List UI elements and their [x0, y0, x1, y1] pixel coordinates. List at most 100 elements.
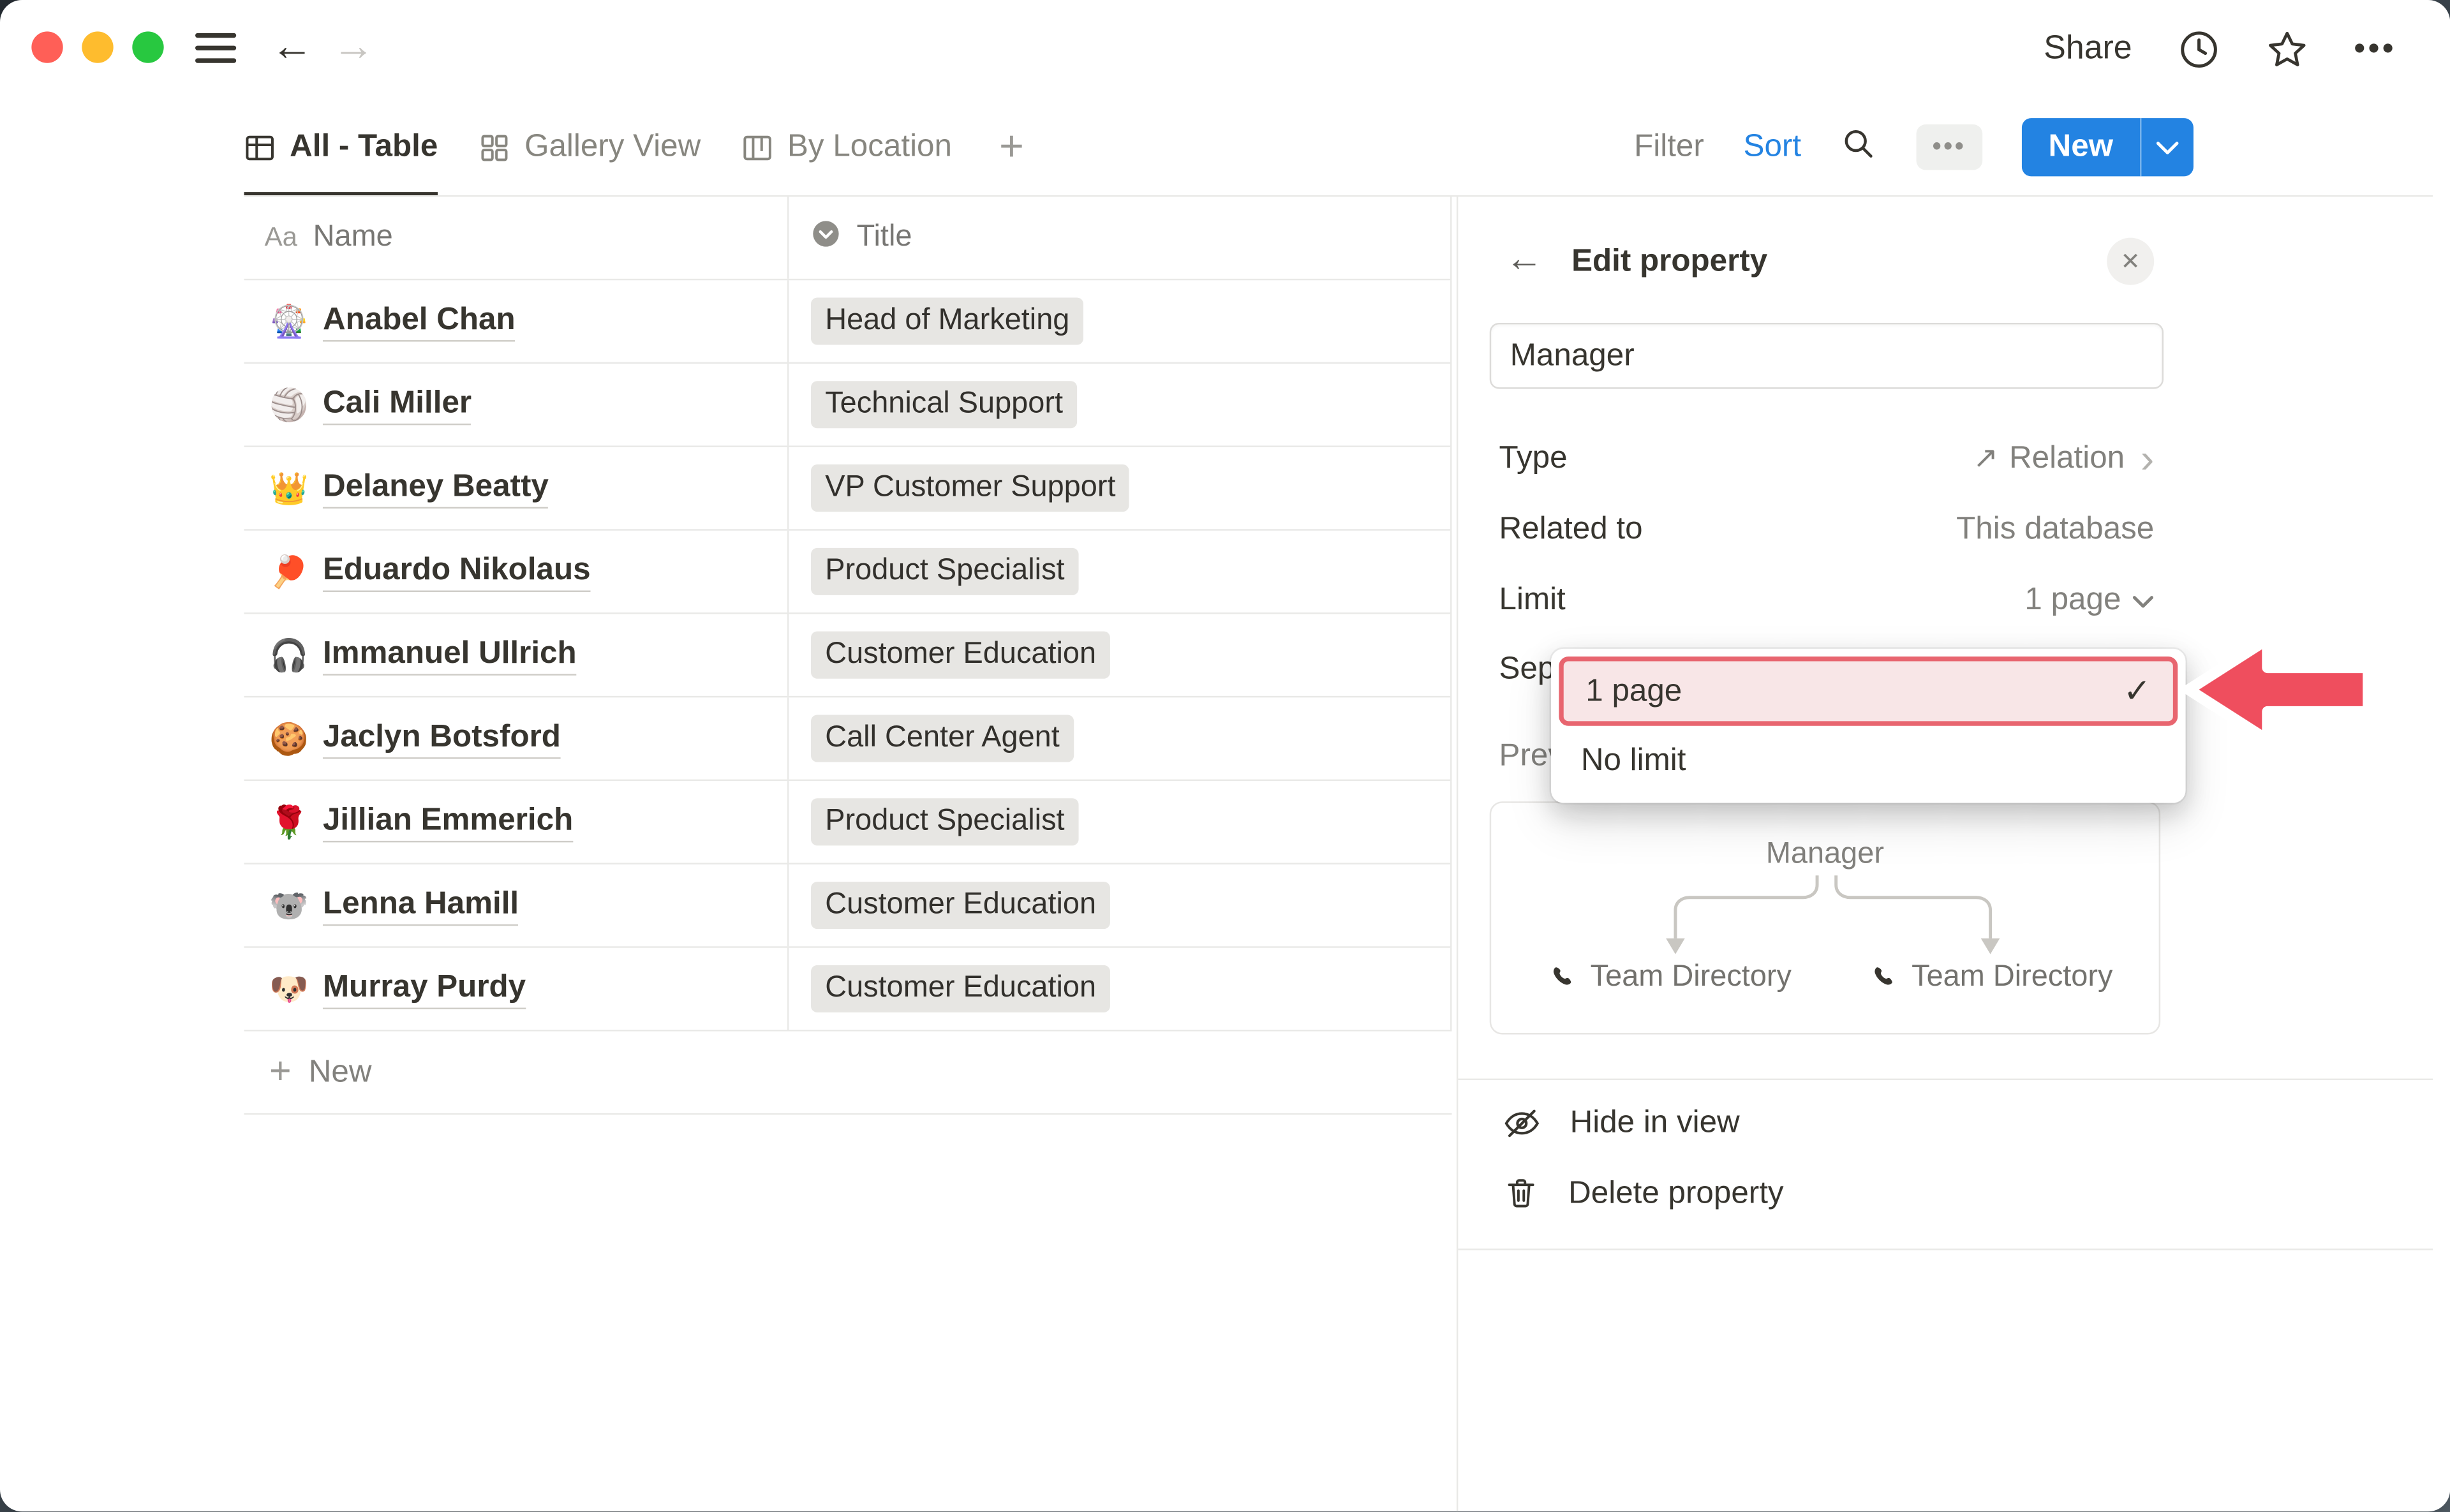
hide-in-view-button[interactable]: Hide in view	[1502, 1088, 1739, 1157]
favorite-star-icon[interactable]	[2266, 27, 2308, 70]
panel-section-divider	[1458, 1249, 2433, 1250]
page-name-link[interactable]: Jaclyn Botsford	[323, 719, 561, 759]
preview-parent-label: Manager	[1491, 838, 2158, 872]
separate-row-label-clipped: Sep	[1499, 652, 1555, 688]
table-row[interactable]: 🍪 Jaclyn Botsford Call Center Agent	[244, 697, 1452, 781]
table-row[interactable]: 🎧 Immanuel Ullrich Customer Education	[244, 614, 1452, 698]
title-tag[interactable]: Technical Support	[811, 381, 1077, 428]
dropdown-option-label: No limit	[1581, 743, 1686, 779]
property-row-value: 1 page	[2024, 582, 2154, 618]
page-name-link[interactable]: Immanuel Ullrich	[323, 635, 577, 675]
page-name-link[interactable]: Eduardo Nikolaus	[323, 552, 591, 591]
select-property-icon	[811, 218, 841, 258]
updates-clock-icon[interactable]	[2178, 27, 2220, 70]
tab-by-location[interactable]: By Location	[741, 98, 952, 196]
tab-gallery-view[interactable]: Gallery View	[479, 98, 701, 196]
property-limit-row[interactable]: Limit 1 page	[1499, 573, 2155, 626]
table-row[interactable]: 🐨Lenna Hamill Customer Education	[244, 864, 1452, 948]
page-name-link[interactable]: Cali Miller	[323, 385, 471, 424]
more-options-icon[interactable]: •••	[2354, 31, 2397, 67]
dropdown-option-no-limit[interactable]: No limit	[1559, 726, 2178, 796]
column-header-title[interactable]: Title	[787, 197, 1450, 279]
title-tag[interactable]: Customer Education	[811, 882, 1110, 929]
page-emoji: 🎧	[269, 635, 307, 675]
new-dropdown-chevron-icon[interactable]	[2141, 118, 2193, 176]
page-name-link[interactable]: Anabel Chan	[323, 302, 516, 341]
hide-in-view-label: Hide in view	[1570, 1104, 1740, 1141]
title-tag[interactable]: VP Customer Support	[811, 464, 1130, 512]
page-emoji: 🐶	[269, 969, 307, 1009]
property-related-to-row[interactable]: Related to This database	[1499, 502, 2155, 556]
table-row[interactable]: 🎡 Anabel Chan Head of Marketing	[244, 280, 1452, 364]
search-icon[interactable]	[1841, 125, 1877, 169]
table-row[interactable]: 👑Delaney Beatty VP Customer Support	[244, 447, 1452, 531]
relation-preview-card: Manager Team Directory	[1490, 801, 2160, 1034]
sidebar-toggle-icon[interactable]	[195, 33, 236, 63]
sort-button[interactable]: Sort	[1744, 129, 1802, 165]
tab-all-table[interactable]: All - Table	[244, 98, 438, 196]
page-name-link[interactable]: Murray Purdy	[323, 969, 526, 1009]
panel-close-button[interactable]: ✕	[2107, 238, 2154, 285]
chevron-right-icon: ›	[2141, 443, 2154, 474]
table-row[interactable]: 🐶 Murray Purdy Customer Education	[244, 948, 1452, 1032]
check-icon: ✓	[2123, 672, 2151, 711]
annotation-arrow	[2179, 626, 2378, 752]
table-view-icon	[244, 131, 276, 163]
page-name-link[interactable]: Delaney Beatty	[323, 468, 549, 508]
view-actions: Filter Sort ••• New	[1634, 98, 2194, 196]
panel-back-button[interactable]: ←	[1505, 238, 1543, 282]
panel-section-divider	[1458, 1079, 2433, 1080]
table-row[interactable]: 🌹Jillian Emmerich Product Specialist	[244, 781, 1452, 864]
table-row[interactable]: 🏓 Eduardo Nikolaus Product Specialist	[244, 531, 1452, 614]
chevron-down-icon	[2132, 582, 2155, 618]
panel-title: Edit property	[1571, 244, 1767, 281]
share-button[interactable]: Share	[2044, 30, 2132, 68]
property-row-value: ↗ Relation ›	[1973, 440, 2154, 477]
phone-icon	[1869, 963, 1897, 991]
zoom-window-button[interactable]	[132, 31, 163, 63]
property-type-row[interactable]: Type ↗ Relation ›	[1499, 431, 2155, 485]
new-button-label[interactable]: New	[2022, 118, 2140, 176]
close-window-button[interactable]	[31, 31, 63, 63]
property-name-input[interactable]	[1490, 323, 2164, 389]
title-tag[interactable]: Product Specialist	[811, 798, 1079, 845]
page-emoji: 🏓	[269, 552, 307, 591]
dropdown-option-1-page[interactable]: 1 page ✓	[1559, 656, 2178, 726]
limit-dropdown-menu: 1 page ✓ No limit	[1551, 649, 2186, 803]
preview-child-label: Team Directory	[1912, 960, 2112, 995]
tab-label: All - Table	[290, 129, 438, 165]
column-header-name[interactable]: Aa Name	[244, 197, 787, 279]
page-emoji: 🍪	[269, 719, 307, 759]
title-tag[interactable]: Head of Marketing	[811, 297, 1084, 345]
close-icon: ✕	[2121, 247, 2141, 275]
page-name-link[interactable]: Jillian Emmerich	[323, 802, 573, 841]
minimize-window-button[interactable]	[82, 31, 113, 63]
preview-child-page: Team Directory	[1869, 960, 2113, 995]
column-header-label: Title	[857, 221, 912, 255]
new-row-button[interactable]: + New	[244, 1032, 1452, 1115]
add-view-button[interactable]: +	[993, 98, 1030, 196]
page-emoji: 🎡	[269, 302, 307, 341]
property-row-label: Type	[1499, 440, 1568, 477]
view-settings-button[interactable]: •••	[1916, 124, 1982, 170]
title-tag[interactable]: Customer Education	[811, 632, 1110, 679]
new-button[interactable]: New	[2022, 118, 2194, 176]
gallery-view-icon	[479, 131, 510, 163]
relation-arrow-icon: ↗	[1973, 440, 1998, 477]
forward-button[interactable]: →	[332, 20, 375, 71]
table-header-row: Aa Name Title	[244, 197, 1452, 281]
back-button[interactable]: ←	[271, 20, 313, 71]
title-tag[interactable]: Customer Education	[811, 965, 1110, 1012]
filter-button[interactable]: Filter	[1634, 129, 1704, 165]
delete-property-button[interactable]: Delete property	[1502, 1159, 1783, 1228]
title-tag[interactable]: Call Center Agent	[811, 715, 1074, 762]
phone-icon	[1548, 963, 1576, 991]
traffic-lights	[31, 31, 163, 63]
page-name-link[interactable]: Lenna Hamill	[323, 886, 519, 925]
titlebar: ← → Share •••	[0, 0, 2450, 98]
title-tag[interactable]: Product Specialist	[811, 548, 1079, 595]
database-table: Aa Name Title 🎡 Anabel Chan Head of Marke…	[244, 197, 1452, 1115]
page-emoji: 🏐	[269, 385, 307, 424]
table-row[interactable]: 🏐 Cali Miller Technical Support	[244, 364, 1452, 447]
view-toolbar: All - Table Gallery View By Location +	[0, 98, 2450, 196]
